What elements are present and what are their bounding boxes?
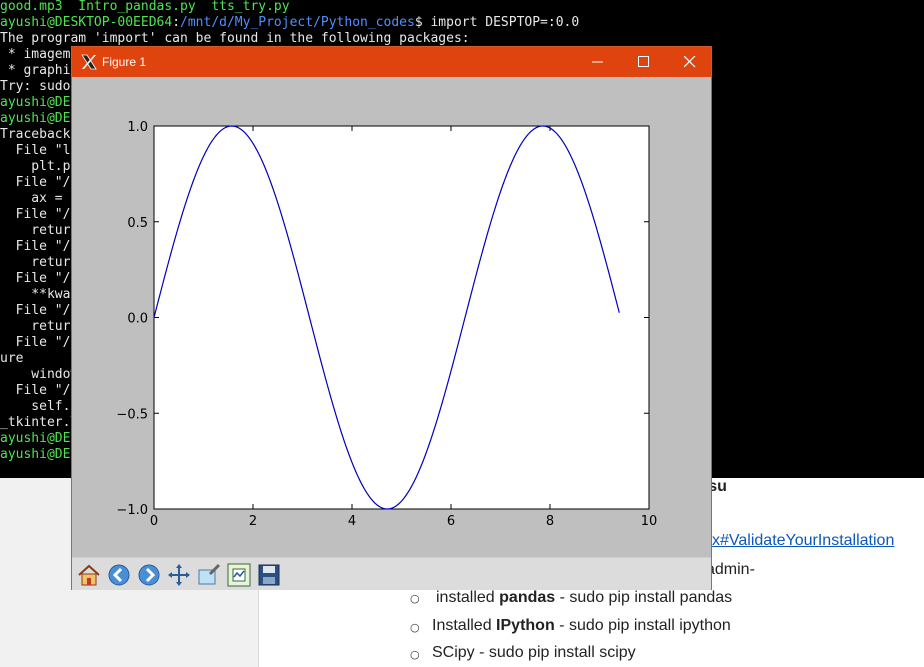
terminal-line: return <box>0 319 79 334</box>
terminal-line: * graphic <box>0 63 79 78</box>
axes-frame <box>153 125 650 510</box>
terminal-line: ax = g <box>0 191 79 206</box>
y-tick-label: 0.5 <box>127 216 148 231</box>
terminal-line: File "/u <box>0 383 79 398</box>
zoom-button[interactable] <box>196 562 222 588</box>
sine-chart: 0 2 4 6 8 10 −1.0 −0.5 0.0 0.5 1.0 <box>116 120 658 529</box>
y-tick-label: 1.0 <box>127 120 148 135</box>
window-titlebar[interactable]: Figure 1 <box>72 47 711 77</box>
save-icon <box>258 564 280 586</box>
list-item: SCipy - sudo pip install scipy <box>432 644 636 661</box>
pan-icon <box>168 564 190 586</box>
terminal-line: * imagema <box>0 47 79 62</box>
terminal-line: return <box>0 223 79 238</box>
list-item: installed pandas - sudo pip install pand… <box>436 589 733 606</box>
window-title: Figure 1 <box>102 55 147 69</box>
home-icon <box>78 564 100 586</box>
y-tick-label: −0.5 <box>116 407 148 422</box>
close-icon <box>684 56 696 68</box>
home-button[interactable] <box>76 562 102 588</box>
terminal-line: ayushi@DES <box>0 111 79 126</box>
plot-canvas[interactable]: 0 2 4 6 8 10 −1.0 −0.5 0.0 0.5 1.0 <box>72 77 711 557</box>
terminal-line: File "/u <box>0 271 79 286</box>
bullet-icon: ○ <box>410 592 420 605</box>
x-tick-label: 10 <box>641 514 658 529</box>
terminal-line: File "/u <box>0 175 79 190</box>
x-tick-label: 8 <box>546 514 554 529</box>
save-button[interactable] <box>256 562 282 588</box>
terminal-line: ayushi@DESKTOP-00EED64:/mnt/d/My_Project… <box>0 15 580 30</box>
terminal-line: _tkinter.T <box>0 415 79 430</box>
subplots-icon <box>227 563 251 587</box>
zoom-icon <box>198 563 221 585</box>
bullet-icon: ○ <box>410 648 420 661</box>
terminal-line: File "/u <box>0 207 79 222</box>
pan-button[interactable] <box>166 562 192 588</box>
close-button[interactable] <box>667 47 713 77</box>
minimize-icon <box>592 61 603 63</box>
terminal-line: **kwar <box>0 287 79 302</box>
navigation-toolbar <box>72 557 711 590</box>
terminal-line: ayushi@DES <box>0 431 79 446</box>
terminal-line: plt.pl <box>0 159 79 174</box>
maximize-button[interactable] <box>621 47 667 77</box>
terminal-line: Try: sudo <box>0 79 71 94</box>
y-tick-label: 0.0 <box>127 312 148 327</box>
x-logo-icon <box>81 54 97 70</box>
terminal-line: return <box>0 255 79 270</box>
list-item: Installed IPython - sudo pip install ipy… <box>432 617 731 634</box>
forward-button[interactable] <box>136 562 162 588</box>
terminal-line: File "le <box>0 143 79 158</box>
terminal-line: ayushi@DES <box>0 95 79 110</box>
terminal-line: The program 'import' can be found in the… <box>0 31 470 46</box>
terminal-line: window <box>0 367 79 382</box>
terminal-line: Traceback <box>0 127 71 142</box>
terminal-line: ure <box>0 351 24 366</box>
x-tick-label: 2 <box>249 514 257 529</box>
y-tick-label: −1.0 <box>116 503 148 518</box>
back-button[interactable] <box>106 562 132 588</box>
x-tick-label: 0 <box>150 514 158 529</box>
maximize-icon <box>638 56 649 67</box>
terminal-line: good.mp3 Intro_pandas.py tts_try.py <box>0 0 290 14</box>
terminal-line: ayushi@DES <box>0 447 79 462</box>
forward-icon <box>138 564 160 586</box>
bullet-icon: ○ <box>410 621 420 634</box>
x-tick-label: 6 <box>447 514 455 529</box>
document-text-fragment: admin- <box>706 561 755 578</box>
back-icon <box>108 564 130 586</box>
terminal-line: File "/u <box>0 239 79 254</box>
validate-installation-link[interactable]: x#ValidateYourInstallation <box>712 532 894 550</box>
minimize-button[interactable] <box>575 47 621 77</box>
subplots-button[interactable] <box>226 562 252 588</box>
x-tick-label: 4 <box>348 514 356 529</box>
figure-window[interactable]: Figure 1 0 2 4 6 8 10 −1.0 −0.5 0.0 0.5 1.0 <box>71 46 712 590</box>
